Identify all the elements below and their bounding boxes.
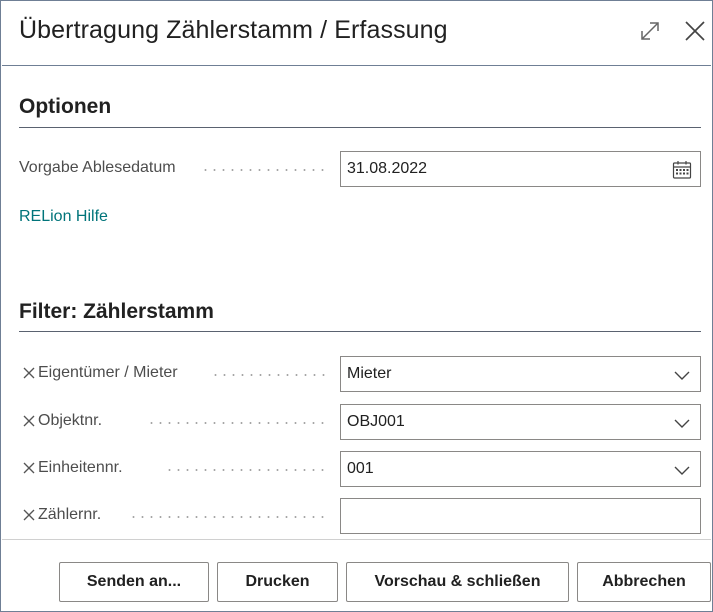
meter-no-input[interactable] — [340, 498, 701, 534]
header-divider — [2, 65, 711, 66]
remove-filter-icon[interactable] — [23, 509, 35, 521]
footer-divider — [2, 539, 711, 540]
leader-dots — [211, 374, 327, 376]
dialog-title: Übertragung Zählerstamm / Erfassung — [19, 16, 448, 44]
filter-row-objektnr: Objektnr. OBJ001 — [19, 404, 701, 440]
calendar-icon[interactable] — [672, 160, 692, 180]
filter-row-einheitennr: Einheitennr. 001 — [19, 451, 701, 487]
field-label: Vorgabe Ablesedatum — [19, 159, 176, 176]
print-button[interactable]: Drucken — [217, 562, 338, 602]
owner-tenant-dropdown[interactable]: Mieter — [340, 356, 701, 392]
unit-no-dropdown[interactable]: 001 — [340, 451, 701, 487]
leader-dots — [201, 169, 327, 171]
field-label: Einheitennr. — [38, 459, 123, 476]
expand-icon[interactable] — [637, 18, 663, 44]
dialog: Übertragung Zählerstamm / Erfassung Opti… — [0, 0, 713, 612]
leader-dots — [165, 469, 327, 471]
field-row-vorgabe-ablesedatum: Vorgabe Ablesedatum 31.08.2022 — [19, 151, 701, 187]
object-no-dropdown[interactable]: OBJ001 — [340, 404, 701, 440]
date-input-value: 31.08.2022 — [347, 160, 428, 177]
section-title-options: Optionen — [19, 95, 112, 118]
dropdown-value: 001 — [347, 460, 374, 477]
send-to-button[interactable]: Senden an... — [59, 562, 209, 602]
dropdown-value: OBJ001 — [347, 413, 405, 430]
field-label: Objektnr. — [38, 412, 103, 429]
section-title-filter: Filter: Zählerstamm — [19, 300, 214, 323]
remove-filter-icon[interactable] — [23, 415, 35, 427]
filter-row-eigentuemer-mieter: Eigentümer / Mieter Mieter — [19, 356, 701, 392]
relion-help-link[interactable]: RELion Hilfe — [19, 208, 108, 226]
date-input[interactable]: 31.08.2022 — [340, 151, 701, 187]
chevron-down-icon[interactable] — [672, 365, 692, 385]
filter-row-zaehlernr: Zählernr. — [19, 498, 701, 534]
chevron-down-icon[interactable] — [672, 460, 692, 480]
field-label: Zählernr. — [38, 506, 102, 523]
preview-close-button[interactable]: Vorschau & schließen — [346, 562, 569, 602]
field-label: Eigentümer / Mieter — [38, 364, 178, 381]
cancel-button[interactable]: Abbrechen — [577, 562, 711, 602]
leader-dots — [129, 516, 327, 518]
leader-dots — [147, 422, 327, 424]
close-icon[interactable] — [682, 18, 708, 44]
remove-filter-icon[interactable] — [23, 462, 35, 474]
dropdown-value: Mieter — [347, 365, 392, 382]
section-divider-options — [19, 127, 701, 128]
remove-filter-icon[interactable] — [23, 367, 35, 379]
section-divider-filter — [19, 331, 701, 332]
chevron-down-icon[interactable] — [672, 413, 692, 433]
